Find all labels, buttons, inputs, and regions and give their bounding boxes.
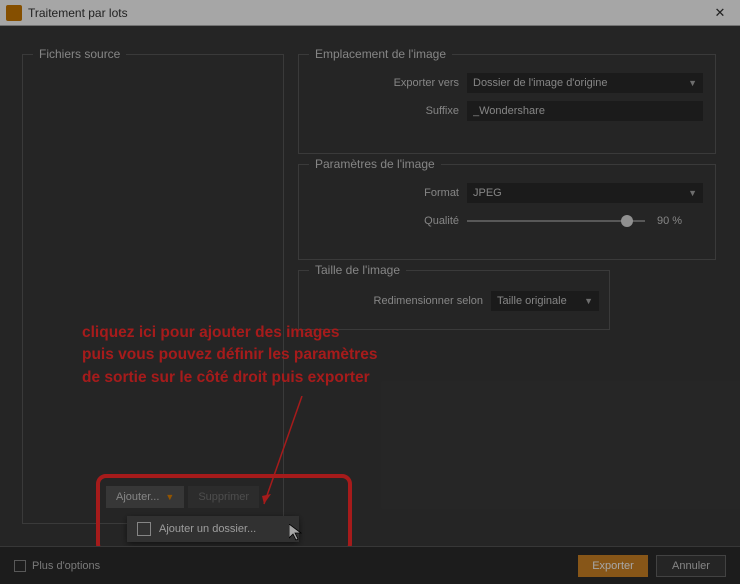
annotation-line: de sortie sur le côté droit puis exporte… [82, 367, 377, 389]
annotation-text: cliquez ici pour ajouter des images puis… [82, 322, 377, 389]
window-title: Traitement par lots [28, 6, 700, 20]
annotation-highlight [96, 474, 352, 554]
footer: Plus d'options Exporter Annuler [0, 546, 740, 584]
quality-value: 90 % [657, 215, 682, 227]
image-location-panel: Emplacement de l'image Exporter vers Dos… [298, 54, 716, 154]
param-legend: Paramètres de l'image [309, 157, 441, 171]
export-to-label: Exporter vers [299, 77, 459, 89]
resize-value: Taille originale [497, 295, 567, 307]
chevron-down-icon: ▼ [584, 296, 593, 306]
chevron-down-icon: ▼ [688, 78, 697, 88]
format-value: JPEG [473, 187, 502, 199]
export-button[interactable]: Exporter [578, 555, 648, 577]
export-to-value: Dossier de l'image d'origine [473, 77, 607, 89]
resize-select[interactable]: Taille originale ▼ [491, 291, 599, 311]
suffix-label: Suffixe [299, 105, 459, 117]
suffix-input[interactable] [467, 101, 703, 121]
annotation-line: puis vous pouvez définir les paramètres [82, 344, 377, 366]
app-icon [6, 5, 22, 21]
main-area: Fichiers source Ajouter... ▼ Supprimer A… [0, 26, 740, 546]
size-legend: Taille de l'image [309, 263, 406, 277]
quality-label: Qualité [299, 215, 459, 227]
quality-slider[interactable] [467, 220, 645, 222]
loc-legend: Emplacement de l'image [309, 47, 452, 61]
export-to-select[interactable]: Dossier de l'image d'origine ▼ [467, 73, 703, 93]
image-params-panel: Paramètres de l'image Format JPEG ▼ Qual… [298, 164, 716, 260]
resize-label: Redimensionner selon [299, 295, 483, 307]
source-files-panel: Fichiers source [22, 54, 284, 524]
close-icon[interactable]: ✕ [700, 0, 740, 26]
image-size-panel: Taille de l'image Redimensionner selon T… [298, 270, 610, 330]
annotation-line: cliquez ici pour ajouter des images [82, 322, 377, 344]
format-label: Format [299, 187, 459, 199]
more-options-label: Plus d'options [32, 560, 570, 572]
chevron-down-icon: ▼ [688, 188, 697, 198]
more-options-checkbox[interactable] [14, 560, 26, 572]
titlebar: Traitement par lots ✕ [0, 0, 740, 26]
slider-thumb[interactable] [621, 215, 633, 227]
format-select[interactable]: JPEG ▼ [467, 183, 703, 203]
source-legend: Fichiers source [33, 47, 126, 61]
cancel-button[interactable]: Annuler [656, 555, 726, 577]
